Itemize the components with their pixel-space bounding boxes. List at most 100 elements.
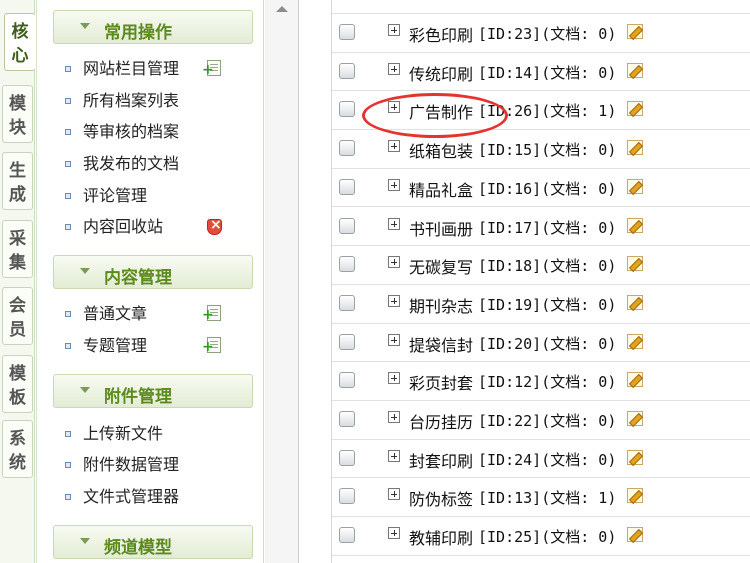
- bullet-icon: [65, 98, 71, 104]
- menu-group-header[interactable]: 附件管理: [53, 374, 253, 408]
- menu-group-header[interactable]: 频道模型: [53, 525, 253, 559]
- row-checkbox[interactable]: [339, 140, 355, 157]
- menu-item[interactable]: 附件数据管理: [65, 454, 255, 476]
- edit-icon[interactable]: [627, 62, 643, 78]
- expand-icon[interactable]: [388, 178, 400, 191]
- edit-icon[interactable]: [627, 217, 643, 233]
- category-name[interactable]: 教辅印刷: [409, 525, 473, 549]
- add-doc-icon[interactable]: [202, 305, 221, 321]
- add-doc-icon[interactable]: [202, 337, 221, 353]
- chevron-down-icon: [80, 268, 90, 274]
- row-checkbox[interactable]: [339, 294, 355, 311]
- expand-icon[interactable]: [388, 24, 400, 36]
- expand-icon[interactable]: [388, 294, 400, 307]
- row-checkbox[interactable]: [339, 333, 355, 350]
- menu-group-header[interactable]: 内容管理: [53, 255, 253, 289]
- category-name[interactable]: 精品礼盒: [409, 177, 473, 201]
- row-checkbox[interactable]: [339, 217, 355, 234]
- module-tab-6[interactable]: 系统: [2, 420, 33, 478]
- edit-icon[interactable]: [627, 294, 643, 310]
- row-checkbox[interactable]: [339, 449, 355, 466]
- module-tab-4[interactable]: 会员: [2, 287, 33, 345]
- edit-icon[interactable]: [627, 101, 643, 117]
- row-checkbox[interactable]: [339, 62, 355, 79]
- category-meta: [ID:13](文档: 1): [478, 489, 617, 508]
- category-row: 无碳复写 [ID:18](文档: 0): [332, 246, 750, 285]
- menu-item[interactable]: 内容回收站: [65, 216, 255, 238]
- category-name[interactable]: 书刊画册: [409, 216, 473, 240]
- menu-item[interactable]: 我发布的文档: [65, 153, 255, 175]
- expand-icon[interactable]: [388, 333, 400, 346]
- sidebar-menu: 常用操作网站栏目管理所有档案列表等审核的档案我发布的文档评论管理内容回收站内容管…: [36, 0, 264, 563]
- module-tab-char: 心: [11, 46, 29, 66]
- category-meta: [ID:19](文档: 0): [478, 295, 617, 314]
- menu-item-label: 附件数据管理: [83, 455, 180, 474]
- category-name[interactable]: 台历挂历: [409, 409, 473, 433]
- edit-icon[interactable]: [627, 372, 643, 388]
- expand-icon[interactable]: [388, 372, 400, 385]
- menu-item[interactable]: 专题管理: [65, 335, 255, 357]
- row-checkbox[interactable]: [339, 256, 355, 273]
- category-meta: [ID:16](文档: 0): [478, 179, 617, 198]
- add-doc-icon[interactable]: [202, 60, 221, 76]
- menu-item-label: 专题管理: [83, 336, 148, 355]
- edit-icon[interactable]: [627, 527, 643, 543]
- row-checkbox[interactable]: [339, 411, 355, 427]
- expand-icon[interactable]: [388, 217, 400, 230]
- bullet-icon: [65, 129, 71, 135]
- row-checkbox[interactable]: [339, 488, 355, 505]
- menu-item[interactable]: 上传新文件: [65, 423, 255, 445]
- module-tab-0[interactable]: 核心: [4, 13, 35, 71]
- menu-group-header[interactable]: 常用操作: [53, 10, 253, 44]
- expand-icon[interactable]: [388, 256, 400, 269]
- scroll-up-arrow-icon[interactable]: [276, 6, 288, 12]
- module-tab-char: 集: [9, 253, 26, 273]
- edit-icon[interactable]: [627, 24, 643, 39]
- module-tab-1[interactable]: 模块: [2, 85, 33, 143]
- row-checkbox[interactable]: [339, 527, 355, 544]
- edit-icon[interactable]: [627, 256, 643, 272]
- edit-icon[interactable]: [627, 140, 643, 156]
- expand-icon[interactable]: [388, 527, 400, 540]
- menu-item[interactable]: 网站栏目管理: [65, 58, 255, 80]
- category-row: 封套印刷 [ID:24](文档: 0): [332, 440, 750, 479]
- category-meta: [ID:20](文档: 0): [478, 334, 617, 353]
- expand-icon[interactable]: [388, 449, 400, 462]
- category-name[interactable]: 提袋信封: [409, 332, 473, 356]
- delete-icon[interactable]: [207, 217, 222, 235]
- category-name[interactable]: 彩色印刷: [409, 22, 473, 46]
- module-tab-3[interactable]: 采集: [2, 220, 33, 278]
- edit-icon[interactable]: [627, 449, 643, 465]
- category-name[interactable]: 期刊杂志: [409, 293, 473, 317]
- category-name[interactable]: 传统印刷: [409, 61, 473, 85]
- category-name[interactable]: 封套印刷: [409, 448, 473, 472]
- row-checkbox[interactable]: [339, 178, 355, 195]
- category-row: 传统印刷 [ID:14](文档: 0): [332, 53, 750, 92]
- module-tab-2[interactable]: 生成: [2, 152, 33, 210]
- expand-icon[interactable]: [388, 488, 400, 501]
- menu-item[interactable]: 评论管理: [65, 185, 255, 207]
- category-name[interactable]: 彩页封套: [409, 370, 473, 394]
- expand-icon[interactable]: [388, 62, 400, 75]
- category-name[interactable]: 防伪标签: [409, 486, 473, 510]
- menu-item[interactable]: 文件式管理器: [65, 486, 255, 508]
- edit-icon[interactable]: [627, 488, 643, 504]
- module-tab-strip: 核心模块生成采集会员模板系统: [0, 0, 35, 563]
- edit-icon[interactable]: [627, 333, 643, 349]
- expand-icon[interactable]: [388, 411, 400, 423]
- row-checkbox[interactable]: [339, 24, 355, 40]
- category-name[interactable]: 纸箱包装: [409, 138, 473, 162]
- menu-item[interactable]: 所有档案列表: [65, 90, 255, 112]
- module-tab-5[interactable]: 模板: [2, 355, 33, 413]
- module-tab-char: 生: [9, 161, 26, 181]
- bullet-icon: [65, 66, 71, 72]
- category-name[interactable]: 无碳复写: [409, 254, 473, 278]
- edit-icon[interactable]: [627, 411, 643, 426]
- row-checkbox[interactable]: [339, 372, 355, 389]
- menu-item[interactable]: 等审核的档案: [65, 121, 255, 143]
- menu-scrollbar[interactable]: [265, 0, 299, 563]
- edit-icon[interactable]: [627, 178, 643, 194]
- menu-item[interactable]: 普通文章: [65, 303, 255, 325]
- expand-icon[interactable]: [388, 140, 400, 153]
- row-checkbox[interactable]: [339, 101, 355, 118]
